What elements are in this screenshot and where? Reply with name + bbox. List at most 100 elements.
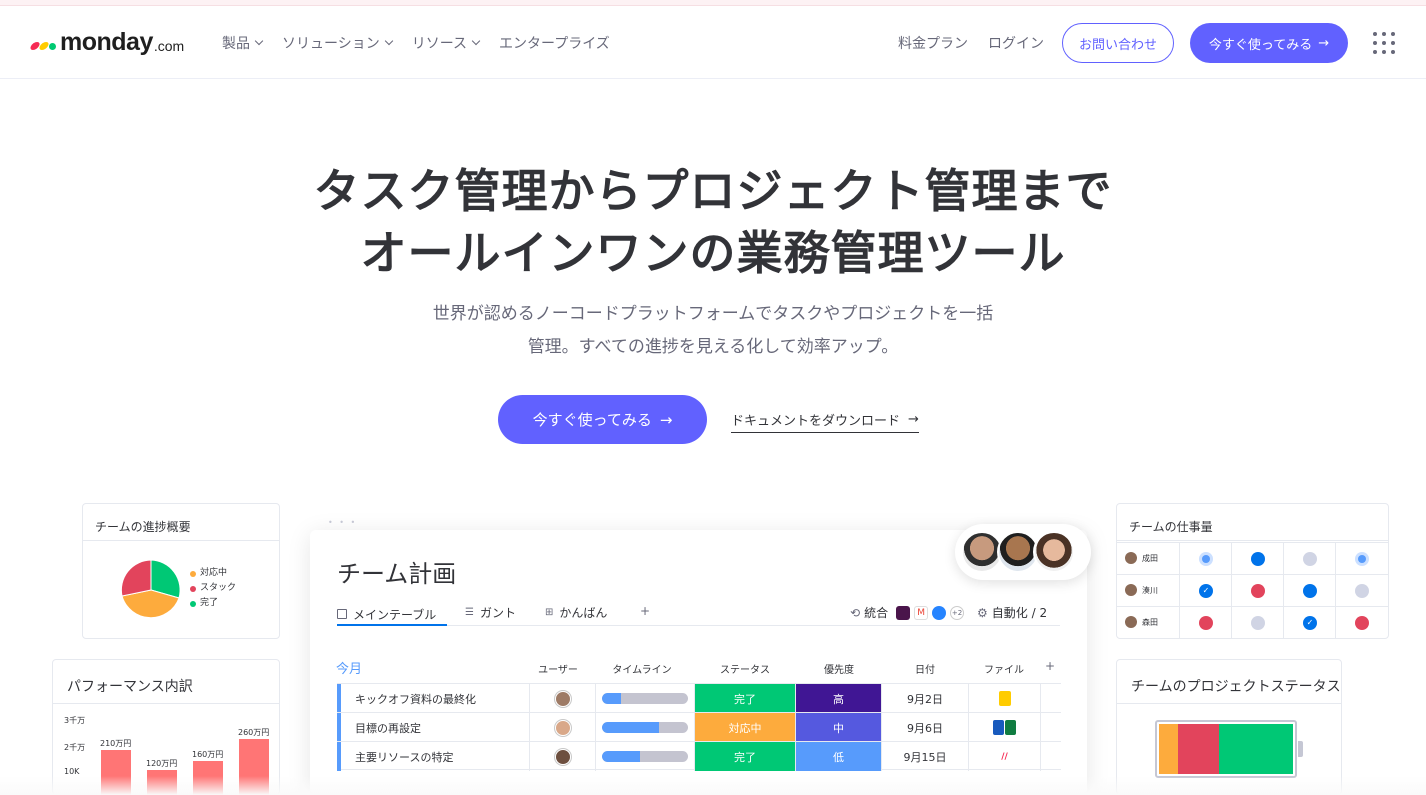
board-title: チーム計画 (337, 560, 457, 588)
team-avatars (955, 524, 1091, 580)
hero-title: タスク管理からプロジェクト管理まで オールインワンの業務管理ツール (313, 164, 1113, 280)
table-row[interactable]: 目標の再設定 対応中中 9月6日 (337, 712, 1061, 742)
avatar (1125, 552, 1137, 564)
workload-row: 成田 (1117, 542, 1389, 575)
nav-enterprise[interactable]: エンタープライズ (499, 33, 610, 53)
pricing-link[interactable]: 料金プラン (898, 33, 968, 53)
date-cell[interactable]: 9月6日 (882, 713, 969, 742)
workload-row: 森田 ✓ (1117, 606, 1389, 639)
timeline-bar (602, 751, 688, 762)
monday-logo[interactable]: monday .com (28, 27, 184, 57)
tab-gantt[interactable]: ☰ ガント (465, 604, 516, 621)
status-cell[interactable]: 対応中 (695, 713, 796, 742)
workload-dot[interactable] (1355, 584, 1369, 598)
more-integrations-badge: +2 (950, 605, 965, 620)
avatar (1125, 616, 1137, 628)
status-cell[interactable]: 完了 (695, 684, 796, 713)
date-cell[interactable]: 9月15日 (882, 742, 969, 771)
workload-dot[interactable] (1303, 584, 1317, 598)
y-tick-label: 2千万 (64, 743, 86, 752)
file-cell[interactable] (969, 713, 1041, 742)
avatar (554, 690, 571, 707)
arrow-right-icon: → (1318, 35, 1330, 51)
file-cell[interactable] (969, 684, 1041, 713)
workload-dot[interactable] (1358, 555, 1366, 563)
status-cell[interactable]: 完了 (695, 742, 796, 771)
word-icon (993, 720, 1004, 735)
google-slides-icon (998, 691, 1011, 706)
timeline-cell[interactable] (596, 742, 695, 771)
workload-dot[interactable] (1251, 616, 1265, 630)
workload-dot[interactable] (1355, 616, 1369, 630)
workload-dot[interactable]: ✓ (1199, 584, 1213, 598)
tab-kanban[interactable]: ⊞ かんばん (545, 604, 607, 621)
timeline-bar (602, 693, 688, 704)
team-progress-card: チームの進捗概要 対応中 スタック 完了 (82, 503, 280, 639)
arrow-right-icon: → (908, 412, 919, 427)
column-header-date: 日付 (915, 665, 935, 676)
contact-button[interactable]: お問い合わせ (1062, 23, 1174, 63)
jira-icon (932, 605, 947, 620)
try-now-hero-button[interactable]: 今すぐ使ってみる → (498, 395, 707, 444)
priority-cell[interactable]: 中 (796, 713, 882, 742)
user-cell[interactable] (530, 684, 596, 713)
workload-dot[interactable] (1303, 552, 1317, 566)
status-segment (1177, 724, 1220, 774)
workload-row: 湊川 ✓ (1117, 574, 1389, 607)
workload-dot[interactable] (1202, 555, 1210, 563)
download-doc-link[interactable]: ドキュメントをダウンロード → (731, 410, 919, 433)
workload-dot[interactable] (1199, 616, 1213, 630)
nav-solutions[interactable]: ソリューション (282, 33, 393, 53)
gantt-icon: ☰ (465, 607, 474, 618)
user-cell[interactable] (530, 742, 596, 771)
legend-item: スタック (190, 581, 236, 596)
add-view-button[interactable]: + (640, 604, 650, 618)
nav-products[interactable]: 製品 (222, 33, 264, 53)
workload-dot[interactable] (1251, 552, 1265, 566)
nav-resources[interactable]: リソース (412, 33, 481, 53)
task-name[interactable]: 主要リソースの特定 (341, 742, 530, 771)
date-cell[interactable]: 9月2日 (882, 684, 969, 713)
column-header-priority: 優先度 (824, 665, 854, 676)
timeline-cell[interactable] (596, 684, 695, 713)
status-segment (1219, 724, 1294, 774)
person-label: 森田 (1125, 616, 1158, 628)
table-row[interactable]: 主要リソースの特定 完了低 9月15日 // (337, 741, 1061, 771)
try-now-header-button[interactable]: 今すぐ使ってみる → (1190, 23, 1348, 63)
avatar (554, 748, 571, 765)
automations-button[interactable]: ⚙ 自動化 / 2 (977, 604, 1047, 621)
login-link[interactable]: ログイン (988, 33, 1044, 53)
column-header-timeline: タイムライン (612, 665, 672, 676)
main-nav: 製品 ソリューション リソース エンタープライズ (222, 33, 630, 53)
arrow-right-icon: → (659, 410, 673, 429)
integrations-button[interactable]: ⟲ 統合 M +2 (850, 604, 965, 621)
logo-text: monday (60, 27, 153, 56)
file-cell[interactable]: // (969, 742, 1041, 771)
bar-value-label: 260万円 (238, 728, 270, 737)
chevron-down-icon (384, 36, 393, 46)
integrations-icon: ⟲ (850, 605, 861, 620)
priority-cell[interactable]: 低 (796, 742, 882, 771)
legend-item: 完了 (190, 596, 236, 611)
add-column-button[interactable]: + (1042, 659, 1058, 673)
column-header-file: ファイル (984, 665, 1024, 676)
workload-dot[interactable]: ✓ (1303, 616, 1317, 630)
logo-domain: .com (153, 37, 185, 54)
bar-value-label: 210万円 (100, 739, 132, 748)
task-name[interactable]: キックオフ資料の最終化 (341, 684, 530, 713)
user-cell[interactable] (530, 713, 596, 742)
status-segment (1159, 724, 1178, 774)
progress-legend: 対応中 スタック 完了 (190, 566, 236, 611)
grid-icon[interactable] (1373, 32, 1395, 54)
card-title: チームのプロジェクトステータス (1117, 660, 1341, 704)
table-row[interactable]: キックオフ資料の最終化 完了高 9月2日 (337, 683, 1061, 713)
workload-dot[interactable] (1251, 584, 1265, 598)
priority-cell[interactable]: 高 (796, 684, 882, 713)
chevron-down-icon (471, 36, 481, 46)
legend-item: 対応中 (190, 566, 236, 581)
kanban-icon: ⊞ (545, 607, 554, 618)
group-title[interactable]: 今月 (336, 658, 362, 677)
timeline-cell[interactable] (596, 713, 695, 742)
task-name[interactable]: 目標の再設定 (341, 713, 530, 742)
tab-main-table[interactable]: メインテーブル (337, 604, 447, 626)
